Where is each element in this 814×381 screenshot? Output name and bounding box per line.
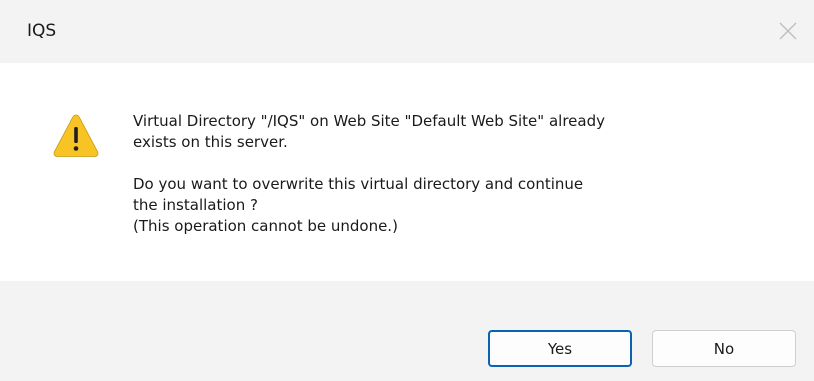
dialog-content: Virtual Directory "/IQS" on Web Site "De…: [0, 63, 814, 281]
warning-icon: [53, 114, 99, 157]
message-text: Virtual Directory "/IQS" on Web Site "De…: [133, 111, 793, 237]
window-title: IQS: [27, 21, 57, 41]
title-bar[interactable]: IQS: [0, 0, 814, 63]
dialog-window: IQS Virtual Directory "/IQS" on Web Site…: [0, 0, 814, 381]
yes-button[interactable]: Yes: [488, 330, 632, 367]
close-button[interactable]: [768, 0, 814, 63]
no-button[interactable]: No: [652, 330, 796, 367]
close-icon: [779, 22, 797, 40]
button-bar: Yes No: [0, 281, 814, 381]
message-line: (This operation cannot be undone.): [133, 217, 398, 235]
message-line: the installation ?: [133, 196, 258, 214]
message-line: exists on this server.: [133, 133, 288, 151]
message-line: Virtual Directory "/IQS" on Web Site "De…: [133, 112, 605, 130]
message-line: Do you want to overwrite this virtual di…: [133, 175, 584, 193]
